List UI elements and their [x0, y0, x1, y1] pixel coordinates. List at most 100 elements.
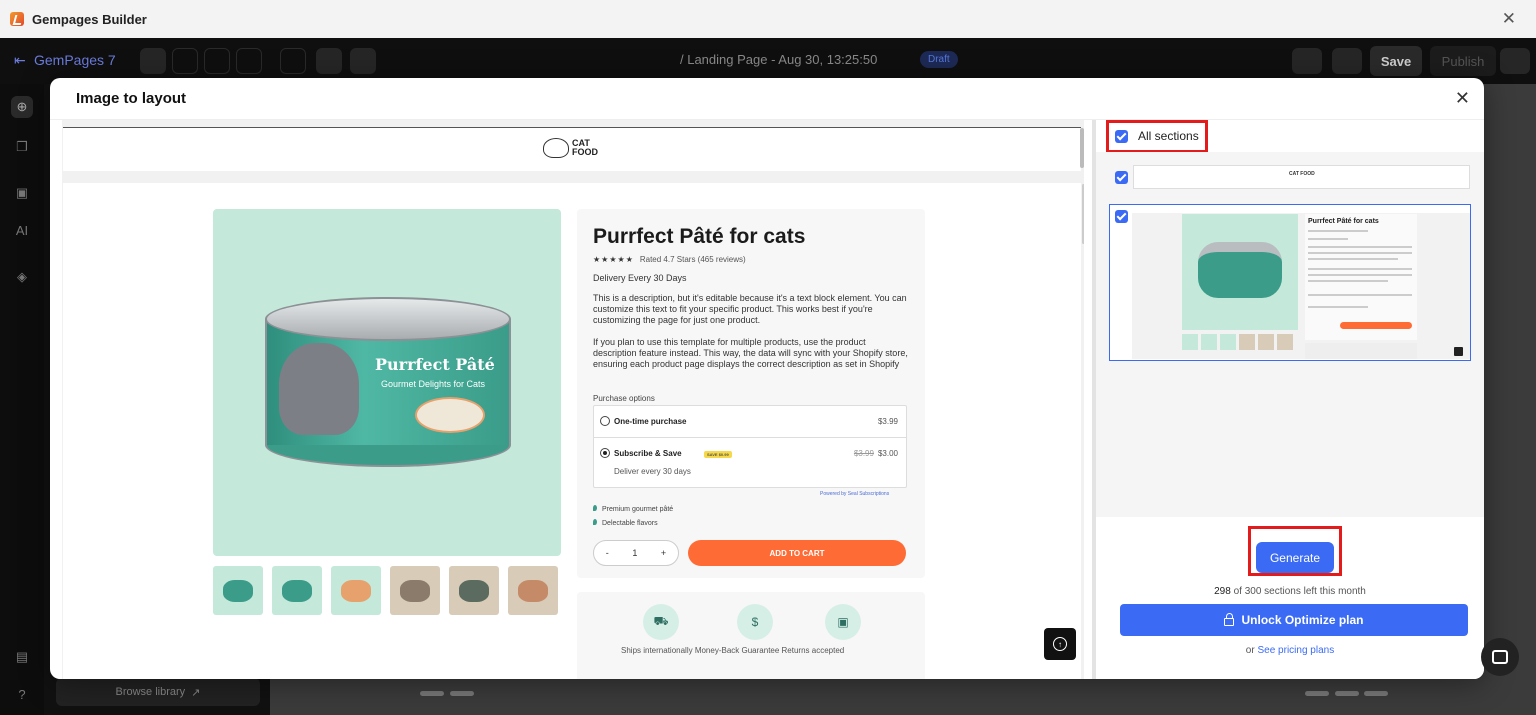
delivery-text: Delivery Every 30 Days — [593, 273, 687, 283]
preview-store-header: CAT FOOD — [63, 127, 1081, 171]
modal-header: Image to layout ✕ — [50, 78, 1484, 120]
rating-stars-icon: ★★★★★ — [593, 255, 634, 264]
product-description: This is a description, but it's editable… — [593, 293, 907, 325]
purchase-options: One-time purchase $3.99 Subscribe & Save… — [593, 405, 907, 488]
product-info-card: Purrfect Pâté for cats ★★★★★ Rated 4.7 St… — [577, 209, 925, 578]
history-icon[interactable] — [280, 48, 306, 74]
cat-logo-icon — [543, 138, 569, 158]
mobile-view-icon[interactable] — [204, 48, 230, 74]
help-icon[interactable]: ? — [11, 684, 33, 706]
cat-food-can-image: Purrfect Pâté Gourmet Delights for Cats — [265, 297, 511, 467]
left-rail: ⊕ ❐ ▣ AI ◈ ▤ ? — [0, 84, 44, 715]
scroll-to-top-button[interactable]: ↑ — [1044, 628, 1076, 660]
canvas-indicator — [1305, 691, 1329, 696]
settings-gear-icon[interactable] — [1500, 48, 1530, 74]
thumbnail[interactable] — [390, 566, 440, 615]
can-label: Purrfect Pâté — [375, 355, 495, 374]
purchase-options-label: Purchase options — [593, 394, 655, 403]
money-back-icon: $ — [737, 604, 773, 640]
product-title: Purrfect Pâté for cats — [593, 225, 806, 248]
thumbnail[interactable] — [213, 566, 263, 615]
can-subtitle: Gourmet Delights for Cats — [381, 379, 486, 389]
arrow-up-icon: ↑ — [1053, 637, 1067, 651]
ai-icon[interactable]: AI — [11, 220, 33, 242]
save-badge: SAVE $0.99 — [704, 451, 732, 458]
lock-icon — [1224, 613, 1235, 626]
gempages-logo-icon — [10, 12, 24, 26]
modal-close-icon[interactable]: ✕ — [1455, 88, 1470, 109]
qty-minus-button[interactable]: - — [606, 548, 609, 558]
pricing-text: or See pricing plans — [1245, 645, 1335, 656]
sections-icon[interactable]: ▣ — [11, 182, 33, 204]
highlight-box — [1106, 120, 1208, 153]
add-to-cart-button[interactable]: ADD TO CART — [688, 540, 906, 566]
thumbnail[interactable] — [508, 566, 558, 615]
product-description-2: If you plan to use this template for mul… — [593, 337, 908, 369]
exit-icon[interactable]: ⇤ — [14, 52, 26, 69]
preview-scrollbar[interactable] — [1080, 128, 1084, 168]
trust-labels: Ships internationally Money-Back Guarant… — [621, 646, 845, 655]
sections-list: CAT FOOD Purrfect Pâté for cats — [1096, 152, 1484, 517]
add-element-icon[interactable]: ⊕ — [11, 96, 33, 118]
undo-icon[interactable] — [316, 48, 342, 74]
qty-plus-button[interactable]: + — [661, 548, 666, 558]
layout-view-icon[interactable] — [236, 48, 262, 74]
tablet-view-icon[interactable] — [172, 48, 198, 74]
window-title: Gempages Builder — [32, 11, 147, 27]
more-icon[interactable] — [1292, 48, 1322, 74]
section-thumbnail-header[interactable]: CAT FOOD — [1133, 165, 1470, 189]
unlock-optimize-button[interactable]: Unlock Optimize plan — [1120, 604, 1468, 636]
desktop-view-icon[interactable] — [140, 48, 166, 74]
leaf-icon — [593, 519, 597, 525]
page-selector[interactable]: / Landing Page - Aug 30, 13:25:50 — [680, 52, 877, 67]
cat-food-logo: CAT FOOD — [543, 138, 598, 158]
option-one-time[interactable]: One-time purchase $3.99 — [594, 406, 906, 438]
option-subscribe[interactable]: Subscribe & Save — [614, 449, 682, 458]
publish-button[interactable]: Publish — [1430, 46, 1496, 76]
leaf-icon — [593, 505, 597, 511]
browse-library-button[interactable]: Browse library ↗ — [56, 678, 260, 706]
qty-value[interactable]: 1 — [632, 548, 637, 558]
radio-subscribe[interactable] — [600, 448, 610, 458]
thumbnail[interactable] — [331, 566, 381, 615]
quantity-stepper[interactable]: - 1 + — [593, 540, 679, 566]
save-button[interactable]: Save — [1370, 46, 1422, 76]
section-thumbnail-product[interactable]: Purrfect Pâté for cats — [1109, 204, 1471, 361]
section-checkbox[interactable] — [1115, 171, 1128, 184]
window-titlebar: Gempages Builder ✕ — [0, 0, 1536, 38]
radio-one-time[interactable] — [600, 416, 610, 426]
chat-support-button[interactable] — [1481, 638, 1519, 676]
preview-eye-icon[interactable] — [1332, 48, 1362, 74]
project-name[interactable]: GemPages 7 — [34, 52, 116, 68]
subscribe-price: $3.99 $3.00 — [853, 449, 898, 458]
see-pricing-plans-link[interactable]: See pricing plans — [1257, 645, 1334, 656]
box-icon: ▣ — [825, 604, 861, 640]
food-bowl-image — [415, 397, 485, 433]
powered-by-link[interactable]: Powered by Seal Subscriptions — [820, 491, 889, 497]
canvas-indicator — [420, 691, 444, 696]
canvas-indicator — [450, 691, 474, 696]
thumbnail[interactable] — [449, 566, 499, 615]
product-thumbnails — [213, 566, 558, 615]
pages-icon[interactable]: ❐ — [11, 136, 33, 158]
layout-preview[interactable]: CAT FOOD Purrfect Pâté Gourmet Delights f… — [62, 120, 1084, 679]
canvas-indicator — [1335, 691, 1359, 696]
sections-pane: All sections CAT FOOD Purrfect Pâté for … — [1096, 120, 1484, 679]
chat-icon — [1492, 650, 1508, 664]
redo-icon[interactable] — [350, 48, 376, 74]
window-close-icon[interactable]: ✕ — [1502, 9, 1516, 29]
thumbnail[interactable] — [272, 566, 322, 615]
product-image: Purrfect Pâté Gourmet Delights for Cats — [213, 209, 561, 556]
preview-scrollbar-thumb[interactable] — [1082, 184, 1084, 244]
cat-image — [279, 343, 359, 435]
quota-text: 298 of 300 sections left this month — [1214, 586, 1366, 597]
layers-icon[interactable]: ◈ — [11, 266, 33, 288]
canvas-indicator — [1364, 691, 1388, 696]
feature-item: Delectable flavors — [593, 519, 658, 527]
highlight-box — [1248, 526, 1342, 576]
clipboard-icon[interactable]: ▤ — [11, 646, 33, 668]
truck-icon: ⛟ — [643, 604, 679, 640]
section-checkbox[interactable] — [1115, 210, 1128, 223]
draft-badge: Draft — [920, 51, 958, 68]
modal-title: Image to layout — [76, 90, 187, 107]
